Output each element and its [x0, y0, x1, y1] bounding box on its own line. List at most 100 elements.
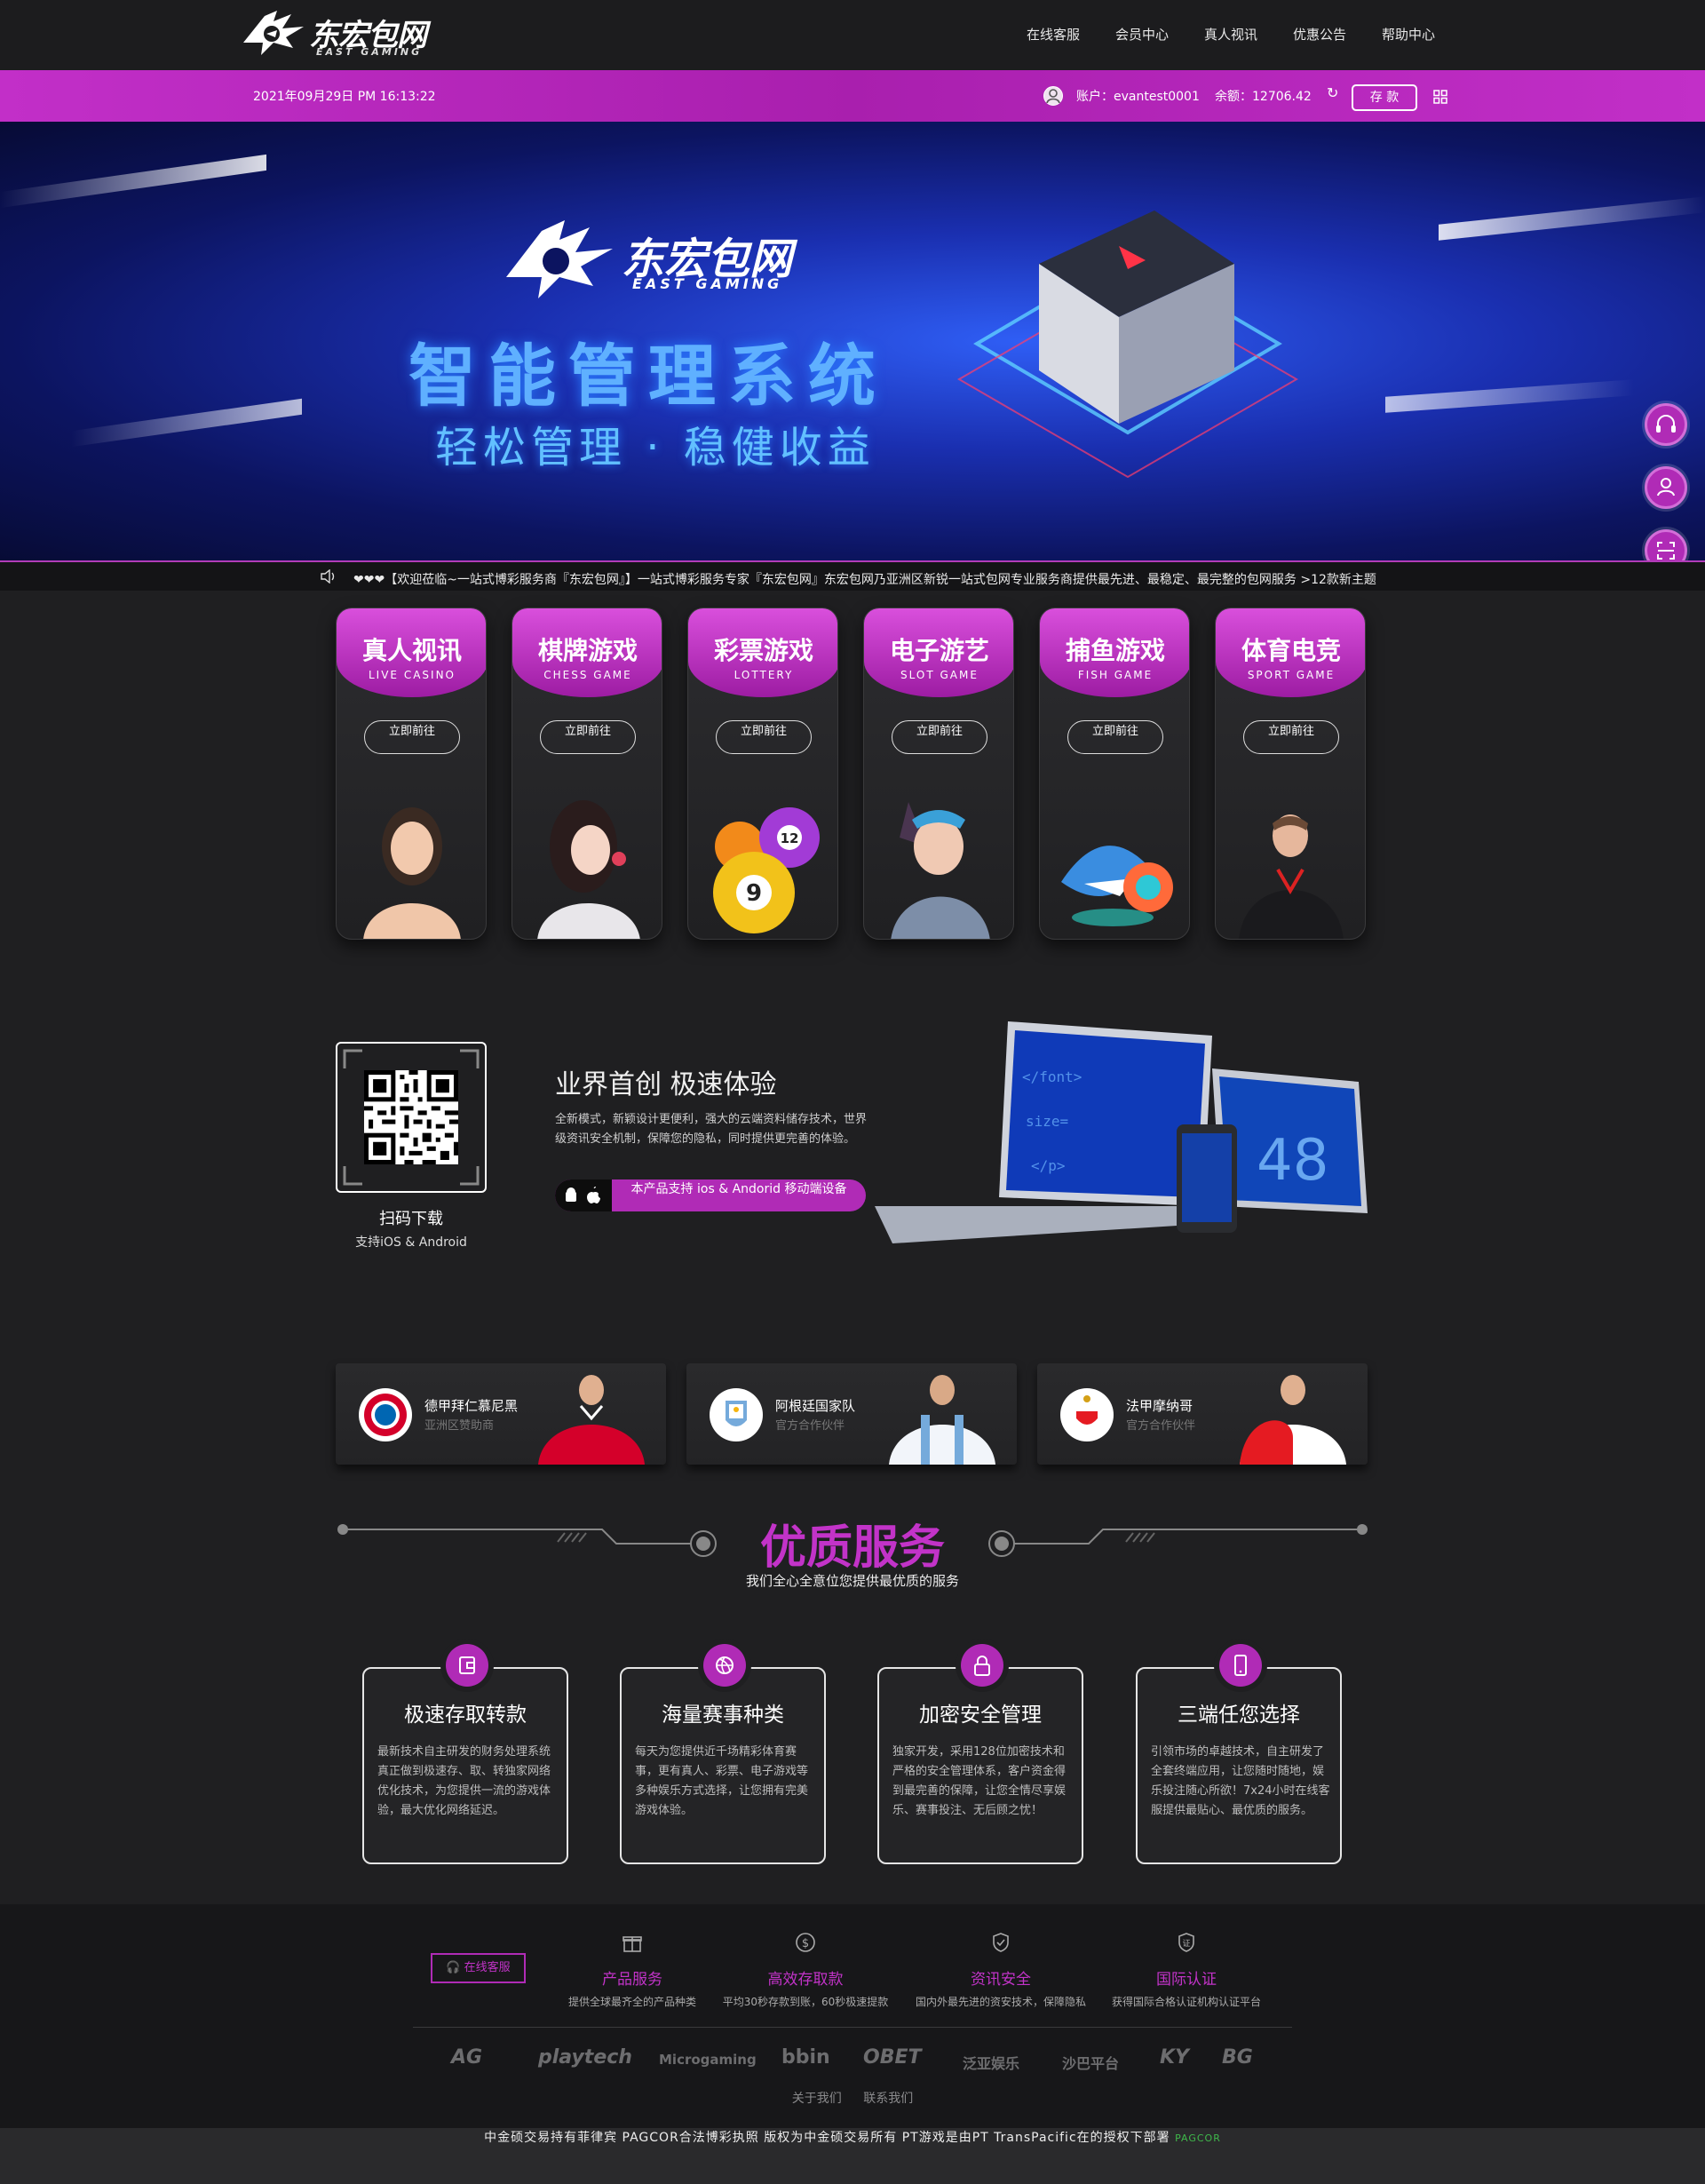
qr-subtitle: 支持iOS & Android [355, 1235, 467, 1250]
sponsor-name: 阿根廷国家队 [775, 1398, 856, 1414]
app-description: 全新模式，新颖设计更便利，强大的云端资料储存技术，世界级资讯安全机制，保障您的隐… [555, 1113, 868, 1146]
sponsor-card-argentina[interactable]: 阿根廷国家队 官方合作伙伴 [686, 1363, 1017, 1465]
legal-bar: 中金硕交易持有菲律宾 PAGCOR合法博彩执照 版权为中金硕交易所有 PT游戏是… [0, 2128, 1705, 2184]
qr-title: 扫码下载 [379, 1210, 443, 1228]
dollar-icon: $ [796, 1933, 815, 1952]
current-datetime: 2021年09月29日 PM 16:13:22 [253, 90, 436, 104]
platform-logo-fanya: 泛亚娱乐 [963, 2055, 1020, 2072]
mobile-phone-icon [1219, 1644, 1262, 1687]
game-subtitle: CHESS GAME [543, 669, 632, 681]
shield-check-icon [993, 1933, 1009, 1952]
footer-link-about[interactable]: 关于我们 [792, 2092, 842, 2106]
game-card-chess[interactable]: 棋牌游戏 CHESS GAME 立即前往 [512, 608, 662, 940]
server-illustration [957, 210, 1298, 479]
live-dealer-image [363, 807, 461, 939]
svg-text:</p>: </p> [1031, 1157, 1066, 1174]
service-card-three-platforms: 三端任您选择 引领市场的卓越技术，自主研发了全套终端应用，让您随时随地，娱乐投注… [1136, 1639, 1342, 1864]
feature-title: 产品服务 [602, 1971, 662, 1989]
gift-icon [623, 1936, 642, 1952]
side-user-button[interactable] [1645, 466, 1687, 509]
certificate-icon: 证 [1178, 1933, 1194, 1952]
nav-help-center[interactable]: 帮助中心 [1382, 25, 1435, 44]
argentina-badge-icon [710, 1388, 763, 1441]
deposit-button[interactable]: 存 款 [1352, 84, 1417, 111]
platform-logo-ag: AG [451, 2046, 483, 2069]
pagcor-logo: PAGCOR [1175, 2132, 1221, 2144]
footer-link-contact[interactable]: 联系我们 [863, 2092, 913, 2106]
feature-title: 资讯安全 [971, 1971, 1031, 1989]
user-avatar-icon[interactable] [1043, 86, 1063, 106]
svg-text:证: 证 [1182, 1939, 1190, 1949]
site-footer: 🎧 在线客服 产品服务 提供全球最齐全的产品种类 $ 高效存取款 平均30秒存款… [0, 1904, 1705, 2128]
app-heading: 业界首创 极速体验 [555, 1069, 777, 1100]
bayern-badge-icon [359, 1388, 412, 1441]
nav-live-casino[interactable]: 真人视讯 [1204, 25, 1257, 44]
account-name: 账户：evantest0001 [1076, 90, 1200, 104]
user-icon [1657, 478, 1675, 496]
go-button[interactable]: 立即前往 [1067, 720, 1163, 754]
go-button[interactable]: 立即前往 [892, 720, 987, 754]
footer-feature-deposit: $ 高效存取款 平均30秒存款到账，60秒极速提款 [708, 1931, 903, 2009]
service-desc: 每天为您提供近千场精彩体育赛事，更有真人、彩票、电子游戏等多种娱乐方式选择，让您… [635, 1745, 809, 1817]
game-title: 捕鱼游戏 [1065, 636, 1165, 665]
footer-cs-label: 在线客服 [464, 1961, 511, 1974]
nav-member-center[interactable]: 会员中心 [1115, 25, 1169, 44]
top-navbar: 东宏包网 EAST GAMING 在线客服 会员中心 真人视讯 优惠公告 帮助中… [0, 0, 1705, 70]
go-button[interactable]: 立即前往 [716, 720, 812, 754]
game-title: 彩票游戏 [713, 636, 813, 665]
nav-promotions[interactable]: 优惠公告 [1293, 25, 1346, 44]
nav-online-service[interactable]: 在线客服 [1027, 25, 1080, 44]
os-support-pill[interactable]: 本产品支持 ios & Andorid 移动端设备 [555, 1179, 866, 1211]
svg-text:12: 12 [781, 830, 799, 846]
go-button[interactable]: 立即前往 [1243, 720, 1339, 754]
go-button[interactable]: 立即前往 [540, 720, 636, 754]
service-desc: 独家开发，采用128位加密技术和严格的安全管理体系，客户资金得到最完善的保障，让… [892, 1745, 1067, 1817]
feature-desc: 获得国际合格认证机构认证平台 [1111, 1996, 1261, 2008]
hero-banner[interactable]: 东宏包网 EAST GAMING 智能管理系统 轻松管理 · 稳健收益 [0, 122, 1705, 560]
sponsor-card-monaco[interactable]: 法甲摩纳哥 官方合作伙伴 [1037, 1363, 1368, 1465]
brand-logo[interactable]: 东宏包网 EAST GAMING [238, 5, 433, 60]
sponsor-card-bayern[interactable]: 德甲拜仁慕尼黑 亚洲区赞助商 [336, 1363, 666, 1465]
sponsor-name: 法甲摩纳哥 [1126, 1398, 1194, 1414]
game-subtitle: SPORT GAME [1247, 669, 1336, 681]
grid-menu-icon[interactable] [1433, 90, 1447, 104]
banner-brand-en: EAST GAMING [632, 275, 783, 292]
platform-logo-playtech: playtech [538, 2046, 632, 2069]
basketball-icon [703, 1644, 746, 1687]
service-card-events: 海量赛事种类 每天为您提供近千场精彩体育赛事，更有真人、彩票、电子游戏等多种娱乐… [620, 1639, 826, 1864]
service-card-security: 加密安全管理 独家开发，采用128位加密技术和严格的安全管理体系，客户资金得到最… [877, 1639, 1083, 1864]
refresh-icon[interactable]: ↻ [1327, 84, 1338, 101]
game-title: 电子游艺 [889, 636, 989, 665]
chess-character-image [537, 800, 640, 939]
os-support-label: 本产品支持 ios & Andorid 移动端设备 [630, 1182, 847, 1196]
platform-logo-bbin: bbin [781, 2046, 830, 2069]
game-subtitle: FISH GAME [1077, 669, 1154, 681]
footer-online-service-button[interactable]: 🎧 在线客服 [431, 1953, 526, 1983]
announcement-marquee[interactable]: ❤❤❤【欢迎莅临~一站式博彩服务商『东宏包网』】一站式博彩服务专家『东宏包网』东… [0, 560, 1705, 591]
footer-links: 关于我们 联系我们 [0, 2089, 1705, 2107]
game-card-live-casino[interactable]: 真人视讯 LIVE CASINO 立即前往 [336, 608, 487, 940]
qr-code[interactable] [336, 1042, 487, 1193]
game-card-lottery[interactable]: 彩票游戏 LOTTERY 立即前往 9 12 [687, 608, 838, 940]
platform-logo-obet: OBET [863, 2046, 922, 2069]
side-support-button[interactable] [1645, 403, 1687, 446]
banner-logo: 东宏包网 EAST GAMING [497, 215, 852, 304]
sponsor-role: 官方合作伙伴 [1126, 1419, 1196, 1433]
svg-text:$: $ [802, 1937, 809, 1950]
platform-logo-bg: BG [1222, 2046, 1253, 2069]
feature-title: 高效存取款 [767, 1971, 844, 1989]
service-desc: 最新技术自主研发的财务处理系统真正做到极速存、取、转独家网络优化技术，为您提供一… [377, 1745, 551, 1817]
game-title: 体育电竞 [1241, 636, 1341, 665]
banner-subtitle: 轻松管理 · 稳健收益 [435, 423, 876, 473]
eagle-logo-icon [243, 11, 304, 55]
game-card-fish[interactable]: 捕鱼游戏 FISH GAME 立即前往 [1039, 608, 1190, 940]
fish-game-image [1061, 846, 1173, 926]
go-button[interactable]: 立即前往 [364, 720, 460, 754]
qr-code-image [364, 1070, 458, 1164]
light-beam [1385, 379, 1634, 413]
game-card-sport[interactable]: 体育电竞 SPORT GAME 立即前往 [1215, 608, 1366, 940]
platform-logo-shaba: 沙巴平台 [1062, 2055, 1120, 2072]
game-card-slot[interactable]: 电子游艺 SLOT GAME 立即前往 [863, 608, 1014, 940]
game-subtitle: LIVE CASINO [369, 669, 456, 681]
services-title: 优质服务 [759, 1521, 945, 1575]
